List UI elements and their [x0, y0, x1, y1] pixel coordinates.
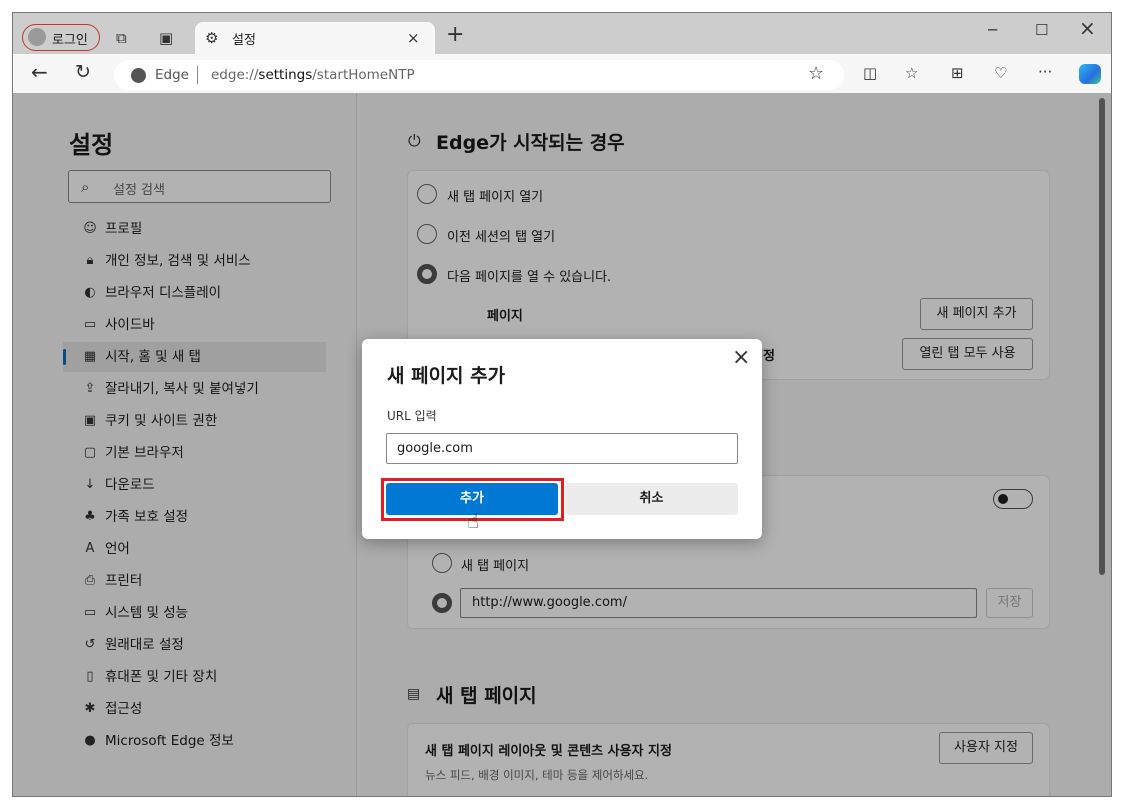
workspaces-icon[interactable]: ⧉ [116, 28, 127, 48]
toolbar: ← ↻ Edge edge://settings/startHomeNTP ☆ … [13, 54, 1111, 93]
copilot-icon[interactable] [1079, 64, 1101, 84]
url-input[interactable]: google.com [386, 433, 738, 464]
hand-cursor-icon: ☝ [467, 509, 480, 533]
close-tab-icon[interactable]: × [407, 28, 420, 48]
profile-label: 로그인 [52, 33, 88, 48]
address-bar[interactable]: Edge edge://settings/startHomeNTP ☆ [114, 60, 844, 90]
url-input-value: google.com [397, 441, 473, 456]
url-path: /startHomeNTP [312, 67, 415, 83]
profile-button[interactable]: 로그인 [22, 24, 100, 51]
new-tab-icon[interactable]: + [446, 24, 464, 46]
split-screen-icon[interactable]: ◫ [863, 63, 877, 83]
edge-icon [131, 68, 146, 83]
url-host: settings [258, 67, 313, 83]
tab-settings[interactable]: ⚙ 설정 × [195, 22, 435, 54]
favorites-icon[interactable]: ☆ [905, 63, 918, 83]
collections-icon[interactable]: ⊞ [951, 63, 964, 83]
address-prefix: Edge [155, 67, 189, 83]
browser-essentials-icon[interactable]: ♡ [994, 63, 1007, 83]
dialog-title: 새 페이지 추가 [387, 365, 506, 387]
address-divider [197, 66, 198, 84]
back-icon[interactable]: ← [31, 62, 48, 82]
tab-bar: 로그인 ⧉ ▣ ⚙ 설정 × + ─ ☐ × [13, 13, 1111, 54]
tab-title: 설정 [232, 33, 256, 48]
favorite-star-icon[interactable]: ☆ [808, 64, 824, 84]
gear-icon: ⚙ [205, 29, 219, 47]
add-page-dialog: 새 페이지 추가 × URL 입력 google.com 추가 취소 ☝ [362, 339, 762, 539]
maximize-icon[interactable]: ☐ [1035, 20, 1048, 40]
minimize-icon[interactable]: ─ [988, 20, 997, 40]
close-icon[interactable]: × [732, 345, 750, 370]
cancel-button[interactable]: 취소 [565, 483, 738, 515]
vertical-tabs-icon[interactable]: ▣ [159, 28, 173, 48]
more-icon[interactable]: ··· [1038, 62, 1052, 82]
url-scheme: edge:// [211, 67, 259, 83]
url-label: URL 입력 [387, 409, 437, 423]
avatar-icon [28, 28, 46, 46]
close-window-icon[interactable]: × [1079, 18, 1096, 38]
url-text: edge://settings/startHomeNTP [211, 67, 415, 83]
refresh-icon[interactable]: ↻ [75, 62, 91, 82]
